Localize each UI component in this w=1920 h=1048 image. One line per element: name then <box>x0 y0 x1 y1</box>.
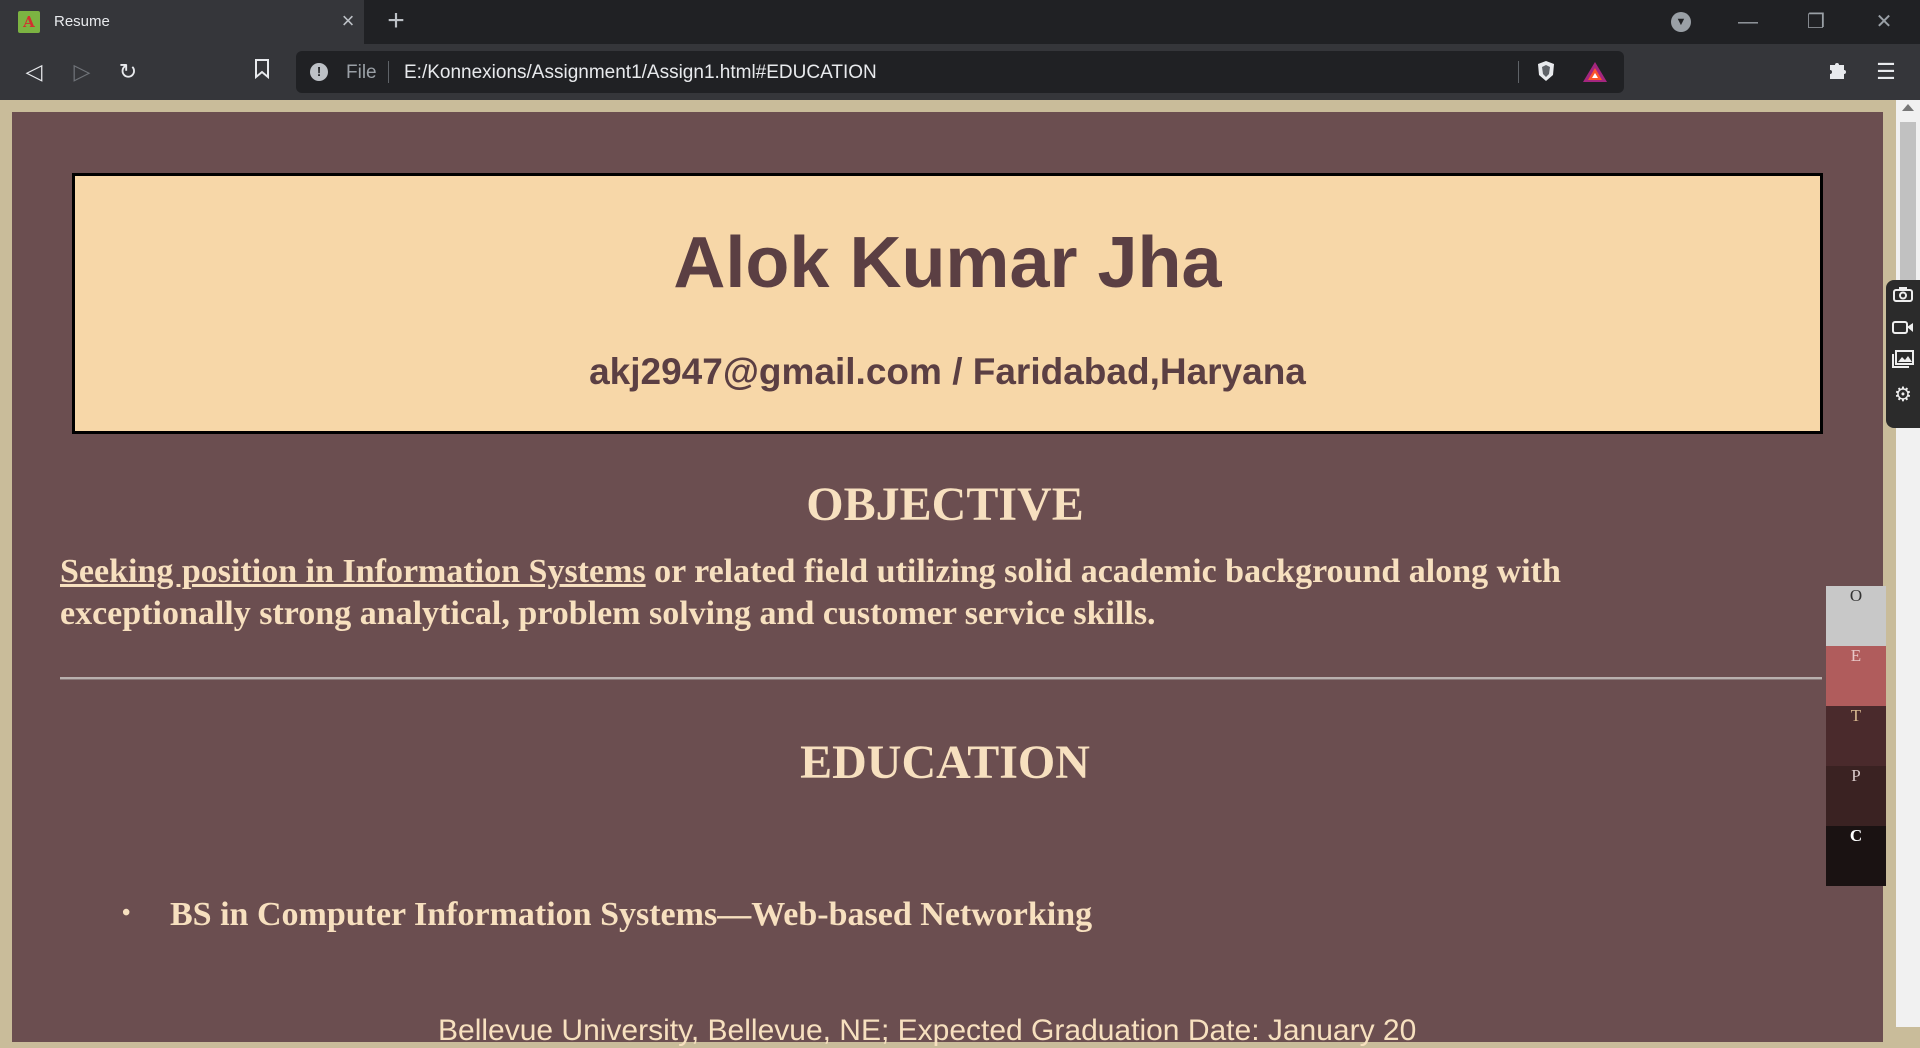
url-scheme: File <box>346 62 377 83</box>
side-nav-p[interactable]: P <box>1826 766 1886 826</box>
info-icon[interactable]: ! <box>310 63 328 81</box>
url-text[interactable]: E:/Konnexions/Assignment1/Assign1.html#E… <box>404 62 877 84</box>
bullet: • <box>122 900 131 926</box>
resume-header: Alok Kumar Jha akj2947@gmail.com / Farid… <box>72 173 1823 434</box>
camera-icon[interactable] <box>1886 280 1920 313</box>
browser-toolbar: ◁ ▷ ↻ ! File E:/Konnexions/Assignment1/A… <box>0 44 1920 100</box>
tab-search-icon[interactable]: ▼ <box>1671 12 1691 32</box>
gallery-icon[interactable] <box>1886 346 1920 379</box>
page-viewport: Alok Kumar Jha akj2947@gmail.com / Farid… <box>0 100 1920 1047</box>
bookmark-icon[interactable] <box>248 58 276 86</box>
side-nav-objective[interactable]: O <box>1826 586 1886 646</box>
close-tab-icon[interactable]: × <box>338 9 358 33</box>
tab-bar: A Resume × + ▼ — ❐ ✕ <box>0 0 1920 44</box>
puzzle-icon[interactable] <box>1824 58 1852 86</box>
divider <box>388 61 389 83</box>
favicon-icon: A <box>18 11 40 33</box>
forward-arrow-icon[interactable]: ▷ <box>68 58 96 86</box>
close-window-button[interactable]: ✕ <box>1869 8 1899 36</box>
list-item: • BS in Computer Information Systems—Web… <box>122 896 1093 934</box>
reload-icon[interactable]: ↻ <box>114 58 142 86</box>
divider <box>1518 61 1519 83</box>
minimize-button[interactable]: — <box>1733 8 1763 36</box>
section-divider <box>60 677 1822 680</box>
side-nav-t[interactable]: T <box>1826 706 1886 766</box>
back-arrow-icon[interactable]: ◁ <box>20 58 48 86</box>
objective-text: Seeking position in Information Systems … <box>60 551 1760 635</box>
side-nav: O E T P C <box>1826 586 1886 886</box>
objective-link[interactable]: Seeking position in Information Systems <box>60 553 646 590</box>
screenshot-extension-panel: ⚙ <box>1886 280 1920 428</box>
side-nav-contact[interactable]: C <box>1826 826 1886 886</box>
tab-title: Resume <box>54 13 110 30</box>
address-bar[interactable]: ! File E:/Konnexions/Assignment1/Assign1… <box>296 51 1624 93</box>
gear-icon[interactable]: ⚙ <box>1886 379 1920 412</box>
education-heading: EDUCATION <box>800 736 1090 789</box>
candidate-name: Alok Kumar Jha <box>673 223 1222 303</box>
brave-shield-icon[interactable] <box>1534 60 1558 84</box>
side-nav-education[interactable]: E <box>1826 646 1886 706</box>
new-tab-button[interactable]: + <box>384 6 408 36</box>
restore-button[interactable]: ❐ <box>1801 8 1831 36</box>
video-icon[interactable] <box>1886 313 1920 346</box>
education-detail: Bellevue University, Bellevue, NE; Expec… <box>438 1014 1417 1047</box>
vertical-scrollbar[interactable] <box>1896 100 1920 1027</box>
scroll-up-arrow-icon[interactable] <box>1902 104 1914 111</box>
degree-title: BS in Computer Information Systems—Web-b… <box>170 896 1093 933</box>
objective-heading: OBJECTIVE <box>806 478 1084 531</box>
contact-info: akj2947@gmail.com / Faridabad,Haryana <box>589 351 1306 392</box>
hamburger-menu-icon[interactable]: ☰ <box>1872 58 1900 86</box>
brave-rewards-icon[interactable] <box>1582 60 1608 84</box>
tab-resume[interactable]: A Resume × <box>0 0 364 44</box>
